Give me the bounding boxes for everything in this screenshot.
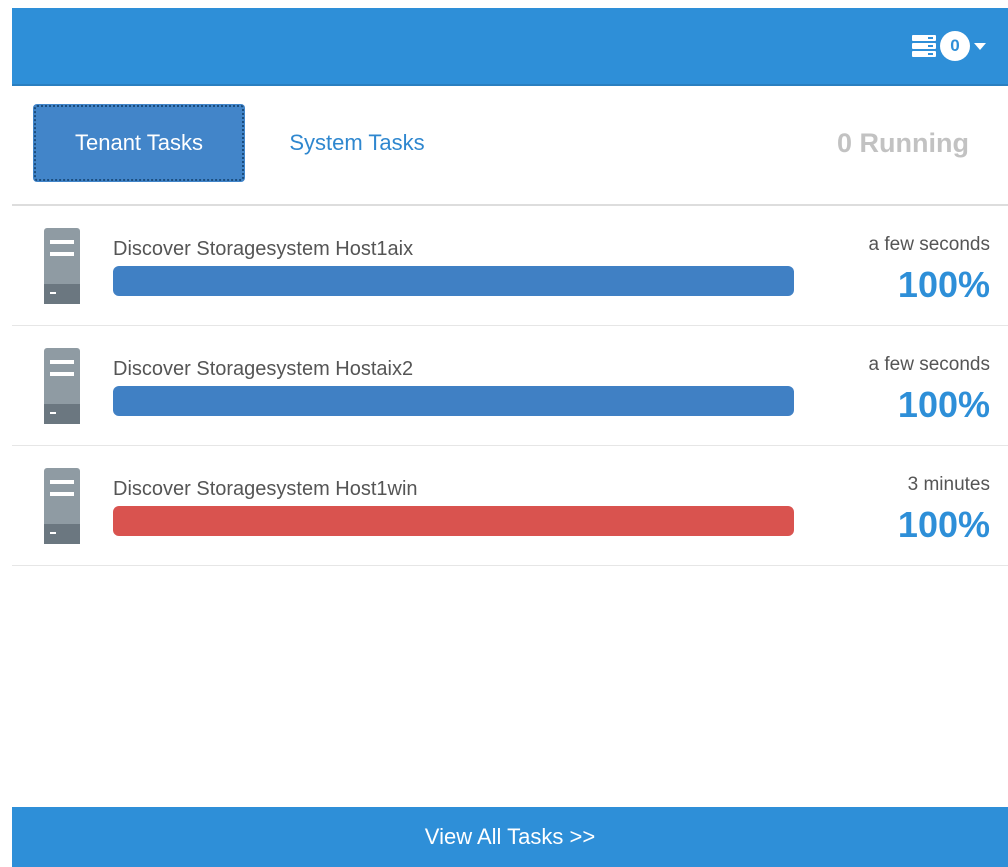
task-progress-percent: 100%	[897, 504, 990, 545]
tab-system-tasks[interactable]: System Tasks	[262, 104, 452, 182]
task-row[interactable]: Discover Storagesystem Hostaix2 a few se…	[12, 326, 1008, 446]
progress-bar	[113, 386, 794, 416]
task-elapsed-time: a few seconds	[868, 234, 990, 255]
task-name: Discover Storagesystem Host1aix	[113, 238, 414, 260]
task-name: Discover Storagesystem Hostaix2	[113, 358, 414, 380]
task-progress-percent: 100%	[897, 384, 990, 425]
server-icon	[44, 348, 80, 424]
progress-bar	[113, 506, 794, 536]
task-progress-percent: 100%	[897, 264, 990, 305]
header-bar: 0	[12, 8, 1008, 86]
task-count-badge: 0	[940, 31, 970, 61]
running-count: 0 Running	[837, 128, 969, 158]
progress-bar	[113, 266, 794, 296]
task-name: Discover Storagesystem Host1win	[113, 478, 418, 500]
server-stack-icon	[912, 32, 940, 60]
task-list: Discover Storagesystem Host1aix a few se…	[12, 206, 1008, 566]
task-row[interactable]: Discover Storagesystem Host1win 3 minute…	[12, 446, 1008, 566]
server-icon	[44, 228, 80, 304]
progress-bar-fill	[113, 506, 794, 536]
task-tabs: Tenant Tasks System Tasks 0 Running	[12, 86, 1008, 206]
task-indicator-dropdown[interactable]: 0	[912, 28, 986, 64]
task-elapsed-time: a few seconds	[868, 354, 990, 375]
chevron-down-icon	[974, 42, 986, 50]
tab-tenant-tasks[interactable]: Tenant Tasks	[33, 104, 245, 182]
progress-bar-fill	[113, 266, 794, 296]
task-row[interactable]: Discover Storagesystem Host1aix a few se…	[12, 206, 1008, 326]
server-icon	[44, 468, 80, 544]
task-elapsed-time: 3 minutes	[907, 474, 990, 495]
progress-bar-fill	[113, 386, 794, 416]
view-all-tasks-link[interactable]: View All Tasks >>	[12, 807, 1008, 867]
